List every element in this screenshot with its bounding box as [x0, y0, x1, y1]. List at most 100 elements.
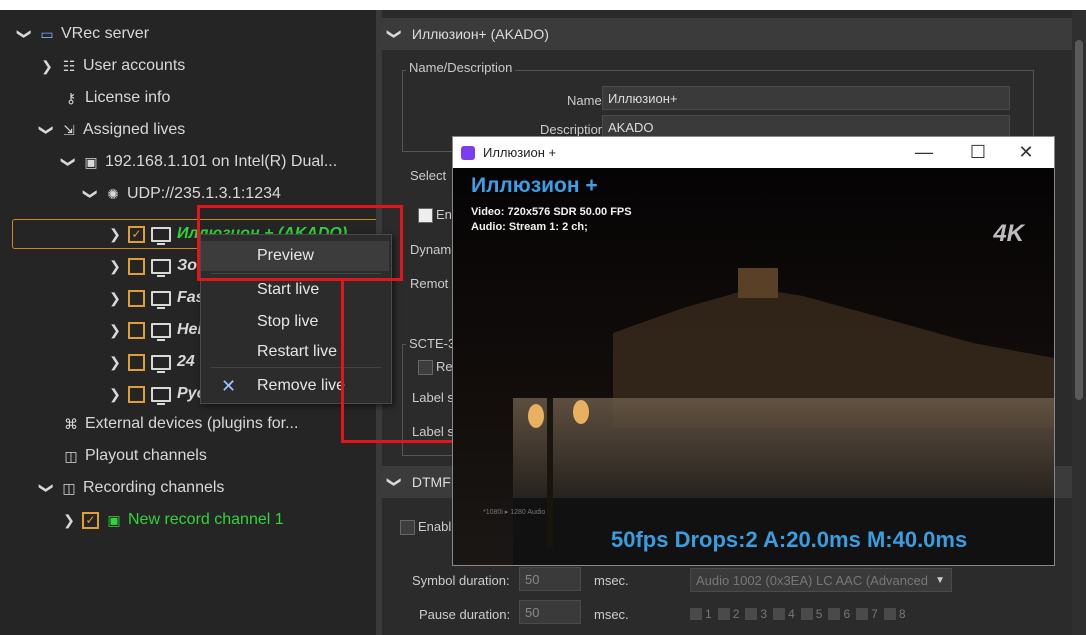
- import-icon: ⇲: [63, 122, 75, 138]
- close-button[interactable]: ✕: [1003, 137, 1049, 168]
- label-s-1: Label s: [412, 390, 454, 405]
- menu-item-stop-live[interactable]: Stop live: [201, 307, 389, 337]
- pause-duration-input[interactable]: 50: [519, 600, 581, 624]
- menu-label: Stop live: [257, 313, 319, 330]
- tree-root[interactable]: ❯ ▭ VRec server: [17, 20, 149, 48]
- digit-label: 8: [898, 607, 906, 621]
- checkbox[interactable]: [128, 289, 145, 307]
- menu-item-remove-live[interactable]: ✕ Remove live: [201, 371, 389, 401]
- tree-item-playout-channels[interactable]: ◫ Playout channels: [62, 442, 206, 470]
- chevron-right-icon[interactable]: ❯: [108, 380, 122, 408]
- monitor-icon: [151, 226, 171, 245]
- highlight-connector: [341, 280, 344, 442]
- monitor-icon: [151, 386, 171, 405]
- tree-label: Зо: [177, 257, 198, 274]
- quality-badge: 4K: [993, 220, 1024, 247]
- video-frame: Иллюзион + Video: 720x576 SDR 50.00 FPS …: [453, 168, 1054, 565]
- section-header-channel[interactable]: ❯ Иллюзион+ (AKADO): [382, 18, 1072, 50]
- section-title: DTMF: [411, 474, 451, 490]
- digit-8[interactable]: 8: [883, 607, 906, 621]
- chevron-down-icon[interactable]: ❯: [11, 27, 39, 41]
- playout-icon: ◫: [64, 448, 78, 464]
- tree-item-user-accounts[interactable]: ❯ ☷ User accounts: [40, 52, 185, 80]
- select-label: Select: [410, 168, 447, 183]
- tree-item-recording-channels[interactable]: ❯ ◫ Recording channels: [39, 474, 224, 502]
- chevron-right-icon[interactable]: ❯: [108, 220, 122, 248]
- digit-1[interactable]: 1: [690, 607, 712, 621]
- tree-item-channel-2[interactable]: ❯ Зо: [108, 252, 197, 280]
- menu-label: Remove live: [257, 377, 346, 394]
- monitor-icon: ▭: [40, 26, 54, 42]
- symbol-duration-input[interactable]: 50: [519, 567, 581, 591]
- tree-item-channel-5[interactable]: ❯ 24: [108, 348, 195, 376]
- plugin-icon: ⌘: [64, 416, 78, 432]
- tree-item-adapter[interactable]: ❯ ▣ 192.168.1.101 on Intel(R) Dual...: [61, 148, 338, 176]
- tree-label: External devices (plugins for...: [85, 415, 299, 432]
- audio-select[interactable]: Audio 1002 (0x3EA) LC AAC (Advanced ▼: [690, 568, 952, 592]
- tree-label: License info: [85, 89, 171, 106]
- chevron-right-icon[interactable]: ❯: [108, 348, 122, 376]
- chevron-down-icon[interactable]: ❯: [55, 155, 83, 169]
- menu-item-restart-live[interactable]: Restart live: [201, 337, 389, 367]
- audio-select-value: Audio 1002 (0x3EA) LC AAC (Advanced: [696, 573, 928, 588]
- audio-info-overlay: Audio: Stream 1: 2 ch;: [471, 221, 588, 233]
- vertical-scrollbar[interactable]: [1072, 10, 1086, 635]
- globe-icon: ✺: [107, 186, 119, 202]
- group-label: SCTE-3: [406, 336, 459, 351]
- minimize-button[interactable]: —: [901, 137, 947, 168]
- digit-3[interactable]: 3: [745, 607, 767, 621]
- chevron-down-icon[interactable]: ❯: [379, 27, 411, 41]
- enable-checkbox[interactable]: [418, 208, 433, 223]
- name-input[interactable]: Иллюзион+: [602, 86, 1010, 110]
- digit-2[interactable]: 2: [717, 607, 740, 621]
- dynamic-label: Dynam: [410, 242, 452, 257]
- chevron-right-icon[interactable]: ❯: [108, 252, 122, 280]
- tree-label: 192.168.1.101 on Intel(R) Dual...: [105, 153, 338, 170]
- maximize-button[interactable]: ☐: [955, 137, 1001, 168]
- chevron-down-icon[interactable]: ❯: [33, 481, 61, 495]
- preview-titlebar[interactable]: Иллюзион + — ☐ ✕: [453, 137, 1054, 168]
- checkbox[interactable]: [128, 385, 145, 403]
- monitor-icon: [151, 290, 171, 309]
- checkbox[interactable]: [128, 353, 145, 371]
- chevron-down-icon[interactable]: ❯: [33, 123, 61, 137]
- read-checkbox[interactable]: [418, 360, 433, 375]
- checkbox-checked[interactable]: ✓: [128, 225, 145, 243]
- digit-5[interactable]: 5: [800, 607, 822, 621]
- tree-item-channel-4[interactable]: ❯ Hei: [108, 316, 202, 344]
- chevron-right-icon[interactable]: ❯: [62, 506, 76, 534]
- tiny-overlay-text: *1080i ▸ 1280 Audio: [483, 509, 546, 516]
- tree-item-assigned-lives[interactable]: ❯ ⇲ Assigned lives: [39, 116, 185, 144]
- chevron-right-icon[interactable]: ❯: [40, 52, 54, 80]
- tree-item-channel-6[interactable]: ❯ Рус: [108, 380, 205, 408]
- checkbox[interactable]: [128, 257, 145, 275]
- checkbox-checked[interactable]: ✓: [82, 511, 99, 529]
- digit-4[interactable]: 4: [773, 607, 795, 621]
- tree-item-channel-3[interactable]: ❯ Fas: [108, 284, 205, 312]
- checkbox[interactable]: [128, 321, 145, 339]
- chevron-down-icon[interactable]: ❯: [379, 475, 411, 489]
- chevron-right-icon[interactable]: ❯: [108, 284, 122, 312]
- recording-icon: ◫: [62, 480, 76, 496]
- tree-label: UDP://235.1.3.1:1234: [127, 185, 281, 202]
- digit-label: 2: [732, 607, 740, 621]
- tree-item-external-devices[interactable]: ⌘ External devices (plugins for...: [62, 410, 298, 438]
- digit-6[interactable]: 6: [828, 607, 850, 621]
- window-title: Иллюзион +: [483, 145, 557, 160]
- video-info-overlay: Video: 720x576 SDR 50.00 FPS: [471, 206, 632, 218]
- scrollbar-thumb[interactable]: [1075, 40, 1083, 400]
- chevron-right-icon[interactable]: ❯: [108, 316, 122, 344]
- highlight-connector: [341, 440, 454, 443]
- users-icon: ☷: [62, 58, 76, 74]
- chevron-down-icon[interactable]: ❯: [77, 187, 105, 201]
- stream-stats-overlay: 50fps Drops:2 A:20.0ms M:40.0ms: [611, 527, 968, 552]
- tree-item-udp[interactable]: ❯ ✺ UDP://235.1.3.1:1234: [83, 180, 281, 208]
- digit-7[interactable]: 7: [856, 607, 878, 621]
- channel-title-overlay: Иллюзион +: [471, 174, 598, 197]
- dtmf-enable-checkbox[interactable]: [400, 520, 415, 535]
- tree-item-license-info[interactable]: ⚷ License info: [62, 84, 171, 112]
- name-label: Name: [567, 93, 602, 108]
- tree-label: 24: [177, 353, 195, 370]
- dropdown-arrow-icon: ▼: [935, 575, 945, 586]
- tree-item-record-channel[interactable]: ❯ ✓ ▣ New record channel 1: [62, 506, 284, 534]
